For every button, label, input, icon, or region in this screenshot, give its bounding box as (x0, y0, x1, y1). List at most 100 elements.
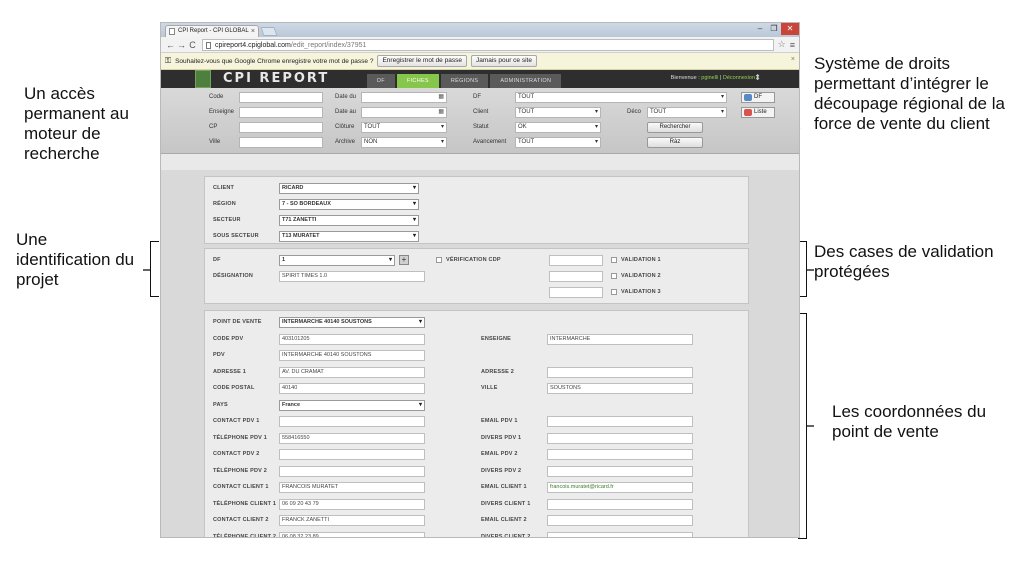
annotation-search: Un accès permanent au moteur de recherch… (24, 84, 129, 163)
pdv-input[interactable]: INTERMARCHE 40140 SOUSTONS (279, 350, 425, 361)
divers-pdv-1-input[interactable] (547, 432, 693, 444)
maximize-icon[interactable]: ❐ (767, 23, 781, 35)
logout-link[interactable]: Déconnexion (723, 75, 755, 81)
bracket-project (150, 241, 159, 297)
deco-select[interactable]: TOUT (647, 107, 727, 118)
cloture-select[interactable]: TOUT (361, 122, 447, 133)
reload-icon[interactable]: C (187, 40, 198, 50)
archive-select[interactable]: NON (361, 137, 447, 148)
code-pdv-input[interactable]: 403101205 (279, 333, 425, 345)
telephone-pdv-1-input[interactable]: 558416550 (279, 432, 425, 444)
point-de-vente-select[interactable]: INTERMARCHE 40140 SOUSTONS (279, 317, 425, 328)
email-pdv-2-input[interactable] (547, 449, 693, 460)
reset-button[interactable]: Ràz (647, 137, 703, 148)
never-button[interactable]: Jamais pour ce site (470, 55, 537, 67)
url-input[interactable]: cpireport4.cpiglobal.com/edit_report/ind… (202, 38, 774, 51)
ville-input[interactable]: SOUSTONS (547, 383, 693, 394)
enseigne-input[interactable] (239, 107, 323, 118)
ville-input[interactable] (239, 137, 323, 148)
validation3-input[interactable] (549, 287, 603, 298)
code-postal-input[interactable]: 40140 (279, 383, 425, 394)
secteur-label: SECTEUR (213, 217, 241, 223)
ville-label: VILLE (481, 385, 498, 391)
date-du-input[interactable] (361, 92, 447, 103)
slide: Un accès permanent au moteur de recherch… (0, 0, 1024, 576)
df-export-button[interactable]: DF (741, 92, 775, 103)
email-client-2-input[interactable] (547, 515, 693, 526)
search-button[interactable]: Rechercher (647, 122, 703, 133)
browser-tab[interactable]: CPI Report - CPI GLOBAL × (165, 25, 259, 37)
tab-fiches[interactable]: FICHES (396, 74, 439, 88)
code-pdv-label: CODE PDV (213, 335, 244, 342)
divers-client-1-input[interactable] (547, 498, 693, 510)
adresse-2-input[interactable] (547, 366, 693, 378)
menu-icon[interactable]: ≡ (790, 40, 795, 50)
tab-regions[interactable]: RÉGIONS (440, 74, 489, 88)
contact-pdv-2-input[interactable] (279, 449, 425, 460)
validation3-checkbox[interactable] (611, 289, 617, 295)
adresse-1-input[interactable]: AV. DU CRAMAT (279, 366, 425, 378)
minimize-icon[interactable]: – (753, 23, 767, 35)
email-pdv-1-input[interactable] (547, 416, 693, 427)
designation-input[interactable]: SPIRIT TIMES 1.0 (279, 271, 425, 282)
client-label: Client (473, 109, 489, 115)
pdv-label: PDV (213, 352, 225, 358)
validation2-checkbox[interactable] (611, 273, 617, 279)
enseigne-input[interactable]: INTERMARCHE (547, 333, 693, 345)
tab-df[interactable]: DF (367, 74, 395, 88)
tab-close-icon[interactable]: × (251, 26, 255, 37)
cp-label: CP (209, 124, 218, 130)
close-window-icon[interactable]: ✕ (781, 23, 799, 35)
add-df-button[interactable]: + (399, 255, 409, 265)
updown-icon[interactable]: ⬍ (754, 73, 761, 82)
forward-icon[interactable]: → (176, 40, 187, 50)
new-tab-button[interactable] (260, 27, 278, 36)
validation3-label: VALIDATION 3 (621, 289, 661, 295)
contact-pdv-2-label: CONTACT PDV 2 (213, 451, 260, 457)
bookmark-star-icon[interactable]: ☆ (778, 39, 786, 50)
contact-client-2-input[interactable]: FRANCK ZANETTI (279, 515, 425, 526)
designation-label: DÉSIGNATION (213, 273, 253, 279)
client-select[interactable]: TOUT (515, 107, 601, 118)
code-label: Code (209, 94, 224, 100)
back-icon[interactable]: ← (165, 40, 176, 50)
statut-select[interactable]: OK (515, 122, 601, 133)
verification-cdp-checkbox[interactable] (436, 257, 442, 263)
email-client-1-input[interactable]: francois.muratet@ricard.fr (547, 482, 693, 493)
secteur-select[interactable]: T71 ZANETTI (279, 215, 419, 226)
email-client-1-label: EMAIL CLIENT 1 (481, 484, 527, 490)
telephone-pdv-2-input[interactable] (279, 465, 425, 477)
sous-secteur-select[interactable]: T13 MURATET (279, 231, 419, 242)
date-au-input[interactable] (361, 107, 447, 118)
telephone-client-1-input[interactable]: 06 09 20 43 79 (279, 498, 425, 510)
region-select[interactable]: 7 - SO BORDEAUX (279, 199, 419, 210)
app-header: CPI REPORT DF FICHES RÉGIONS ADMINISTRAT… (161, 70, 799, 88)
avancement-select[interactable]: TOUT (515, 137, 601, 148)
divers-pdv-2-input[interactable] (547, 465, 693, 477)
telephone-client-2-input[interactable]: 06 08 32 23 89 (279, 531, 425, 537)
df-select[interactable]: TOUT (515, 92, 727, 103)
list-button-label: Liste (754, 109, 767, 115)
telephone-client-2-label: TÉLÉPHONE CLIENT 2 (213, 533, 277, 538)
welcome-text: Bienvenue : pginelli | Déconnexion (670, 75, 755, 81)
project-df-select[interactable]: 1 (279, 255, 395, 266)
window-controls: – ❐ ✕ (753, 23, 799, 35)
divers-pdv-2-label: DIVERS PDV 2 (481, 467, 522, 474)
infobar-close-icon[interactable]: × (791, 56, 795, 63)
cp-input[interactable] (239, 122, 323, 133)
enseigne-label: ENSEIGNE (481, 335, 512, 342)
contact-pdv-1-input[interactable] (279, 416, 425, 427)
username-link[interactable]: pginelli (701, 75, 718, 81)
validation1-checkbox[interactable] (611, 257, 617, 263)
validation1-input[interactable] (549, 255, 603, 266)
client-select[interactable]: RICARD (279, 183, 419, 194)
tab-administration[interactable]: ADMINISTRATION (490, 74, 562, 88)
contact-client-1-input[interactable]: FRANCOIS MURATET (279, 482, 425, 493)
validation2-input[interactable] (549, 271, 603, 282)
pays-select[interactable]: France (279, 399, 425, 411)
list-export-button[interactable]: Liste (741, 107, 775, 118)
save-password-button[interactable]: Enregistrer le mot de passe (377, 55, 467, 67)
telephone-pdv-1-label: TÉLÉPHONE PDV 1 (213, 434, 268, 441)
divers-client-2-input[interactable] (547, 531, 693, 537)
code-input[interactable] (239, 92, 323, 103)
